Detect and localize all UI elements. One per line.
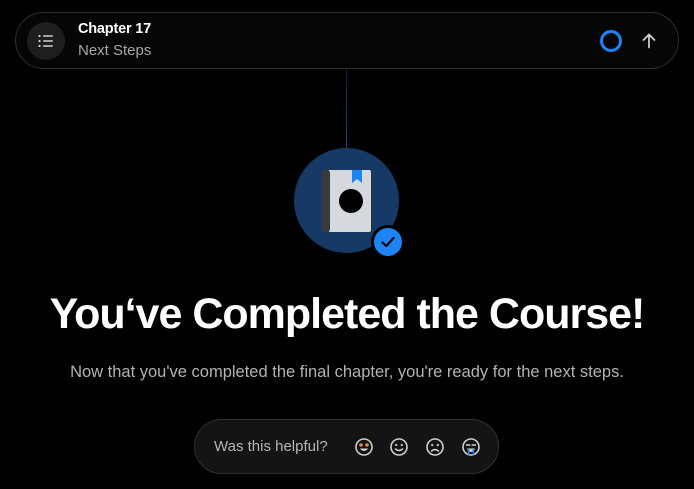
scroll-up-button[interactable]: [635, 27, 663, 55]
star-struck-emoji-icon[interactable]: [354, 437, 374, 457]
chapter-number: Chapter 17: [78, 21, 151, 37]
progress-ring-icon: [600, 30, 622, 52]
list-icon: [38, 34, 53, 48]
completion-subtitle: Now that you've completed the final chap…: [70, 363, 624, 381]
menu-button[interactable]: [27, 22, 65, 60]
completed-check-badge: [371, 225, 405, 259]
smile-emoji-icon[interactable]: [389, 437, 409, 457]
timeline-connector: [346, 69, 347, 149]
frown-emoji-icon[interactable]: [425, 437, 445, 457]
chapter-header: Chapter 17 Next Steps: [15, 12, 679, 69]
completion-title: You‘ve Completed the Course!: [49, 290, 646, 338]
checkmark-icon: [381, 236, 395, 248]
feedback-label: Was this helpful?: [214, 438, 328, 455]
crying-emoji-icon[interactable]: [461, 437, 481, 457]
arrow-up-icon: [642, 33, 656, 49]
chapter-title: Next Steps: [78, 42, 152, 59]
feedback-widget: Was this helpful?: [194, 419, 499, 474]
